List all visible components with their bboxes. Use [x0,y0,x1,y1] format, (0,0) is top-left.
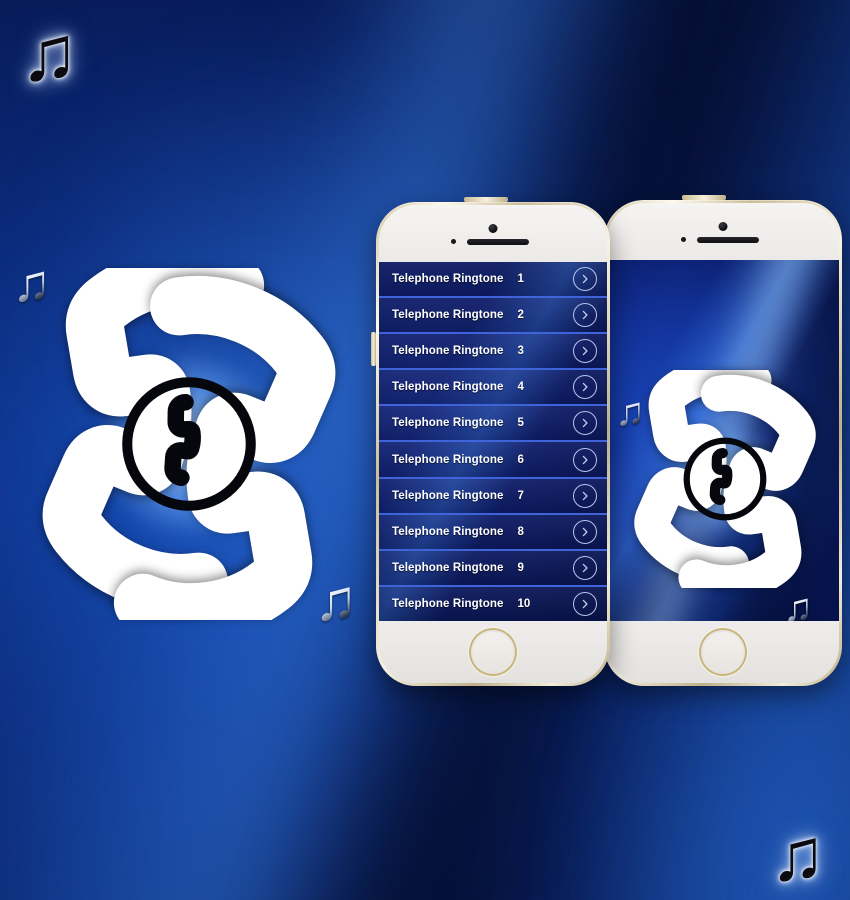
ringtone-row[interactable]: Telephone Ringtone 9 [379,550,607,587]
ringtone-number: 2 [517,309,524,322]
ringtone-row[interactable]: Telephone Ringtone 10 [379,586,607,621]
ringtone-name: Telephone Ringtone [392,561,504,574]
volume-button[interactable] [371,332,376,366]
ringtone-list-phone: Telephone Ringtone 1 Telephone Ringtone 2 Te… [371,197,610,686]
earpiece-speaker-icon [697,237,759,243]
ringtone-name: Telephone Ringtone [392,273,504,286]
ringtone-row[interactable]: Telephone Ringtone 4 [379,370,607,407]
ringtone-list-screen[interactable]: Telephone Ringtone 1 Telephone Ringtone 2 Te… [379,262,607,621]
phone-badge-icon [683,437,767,521]
power-button[interactable] [464,197,508,202]
ringtone-row[interactable]: Telephone Ringtone 8 [379,514,607,551]
ringtone-number: 8 [517,525,524,538]
ringtone-row[interactable]: Telephone Ringtone 3 [379,334,607,371]
phone-top-bezel [379,205,607,262]
ringtone-row[interactable]: Telephone Ringtone 7 [379,478,607,515]
app-splash-phone: ♫ ♫ [604,195,842,686]
ringtone-name: Telephone Ringtone [392,345,504,358]
splash-screen[interactable]: ♫ ♫ [607,260,839,621]
proximity-sensor-icon [451,239,456,244]
ringtone-number: 9 [517,561,524,574]
chevron-right-icon[interactable] [573,483,597,508]
ringtone-row[interactable]: Telephone Ringtone 1 [379,262,607,299]
ringtone-name: Telephone Ringtone [392,525,504,538]
phone-bottom-bezel [607,621,839,683]
ringtone-number: 3 [517,345,524,358]
chevron-right-icon[interactable] [573,303,597,328]
proximity-sensor-icon [681,237,686,242]
ringtone-number: 7 [517,489,524,502]
phone-badge-icon [122,377,256,511]
app-promo-canvas: ♫ ♫ ♫ ♫ ♫ ♫ Telephone Ringtone 1 Telepho… [0,0,850,900]
ringtone-name: Telephone Ringtone [392,381,504,394]
ringtone-list: Telephone Ringtone 1 Telephone Ringtone 2 Te… [379,262,607,621]
ringtone-number: 4 [517,381,524,394]
ringtone-name: Telephone Ringtone [392,309,504,322]
telephone-ring-logo [619,370,831,588]
phone-top-bezel [607,203,839,260]
ringtone-name: Telephone Ringtone [392,597,504,610]
chevron-right-icon[interactable] [573,519,597,544]
chevron-right-icon[interactable] [573,339,597,364]
music-note-icon: ♫ [783,588,813,621]
ringtone-name: Telephone Ringtone [392,489,504,502]
chevron-right-icon[interactable] [573,447,597,472]
chevron-right-icon[interactable] [573,411,597,436]
power-button[interactable] [682,195,726,200]
home-button[interactable] [471,630,515,674]
ringtone-number: 1 [517,273,524,286]
chevron-right-icon[interactable] [573,555,597,580]
phone-bottom-bezel [379,621,607,683]
telephone-ring-logo [18,268,360,620]
home-button[interactable] [701,630,745,674]
ringtone-number: 5 [517,417,524,430]
ringtone-number: 6 [517,453,524,466]
earpiece-speaker-icon [467,239,529,245]
ringtone-row[interactable]: Telephone Ringtone 6 [379,442,607,479]
camera-icon [488,224,498,233]
camera-icon [718,222,728,231]
chevron-right-icon[interactable] [573,591,597,616]
chevron-right-icon[interactable] [573,375,597,400]
ringtone-name: Telephone Ringtone [392,417,504,430]
ringtone-number: 10 [517,597,531,610]
ringtone-name: Telephone Ringtone [392,453,504,466]
chevron-right-icon[interactable] [573,267,597,292]
music-note-icon: ♫ [20,9,79,97]
ringtone-row[interactable]: Telephone Ringtone 5 [379,406,607,443]
music-note-icon: ♫ [770,813,826,896]
ringtone-row[interactable]: Telephone Ringtone 2 [379,298,607,335]
